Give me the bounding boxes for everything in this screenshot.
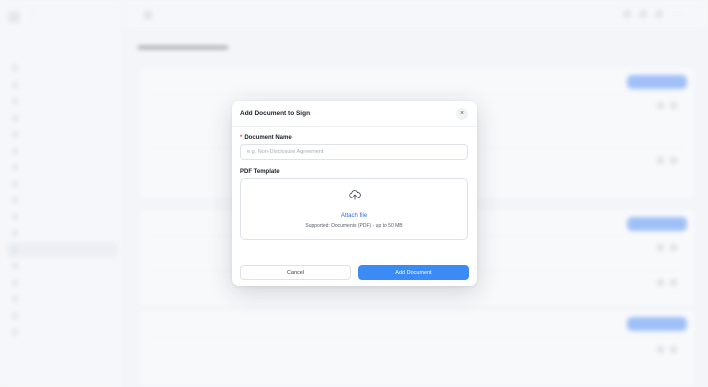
dialog-title: Add Document to Sign — [240, 110, 311, 117]
supported-formats-hint: Supported: Documents (PDF) - up to 50 MB — [305, 223, 403, 229]
document-name-label: * Document Name — [240, 135, 292, 141]
cancel-button[interactable]: Cancel — [240, 265, 351, 280]
pdf-upload-dropzone[interactable]: Attach file Supported: Documents (PDF) -… — [240, 178, 468, 240]
cloud-upload-icon — [349, 190, 361, 200]
document-name-label-text: Document Name — [244, 135, 292, 141]
close-icon[interactable]: × — [456, 108, 468, 120]
divider — [232, 126, 477, 127]
add-document-dialog: Add Document to Sign × *Document Name PD… — [232, 101, 477, 286]
document-name-input[interactable] — [240, 144, 468, 160]
required-marker: * — [240, 135, 243, 141]
pdf-template-label: PDF Template — [240, 169, 280, 175]
add-document-button[interactable]: Add Document — [358, 265, 469, 280]
attach-file-link[interactable]: Attach file — [241, 213, 467, 219]
